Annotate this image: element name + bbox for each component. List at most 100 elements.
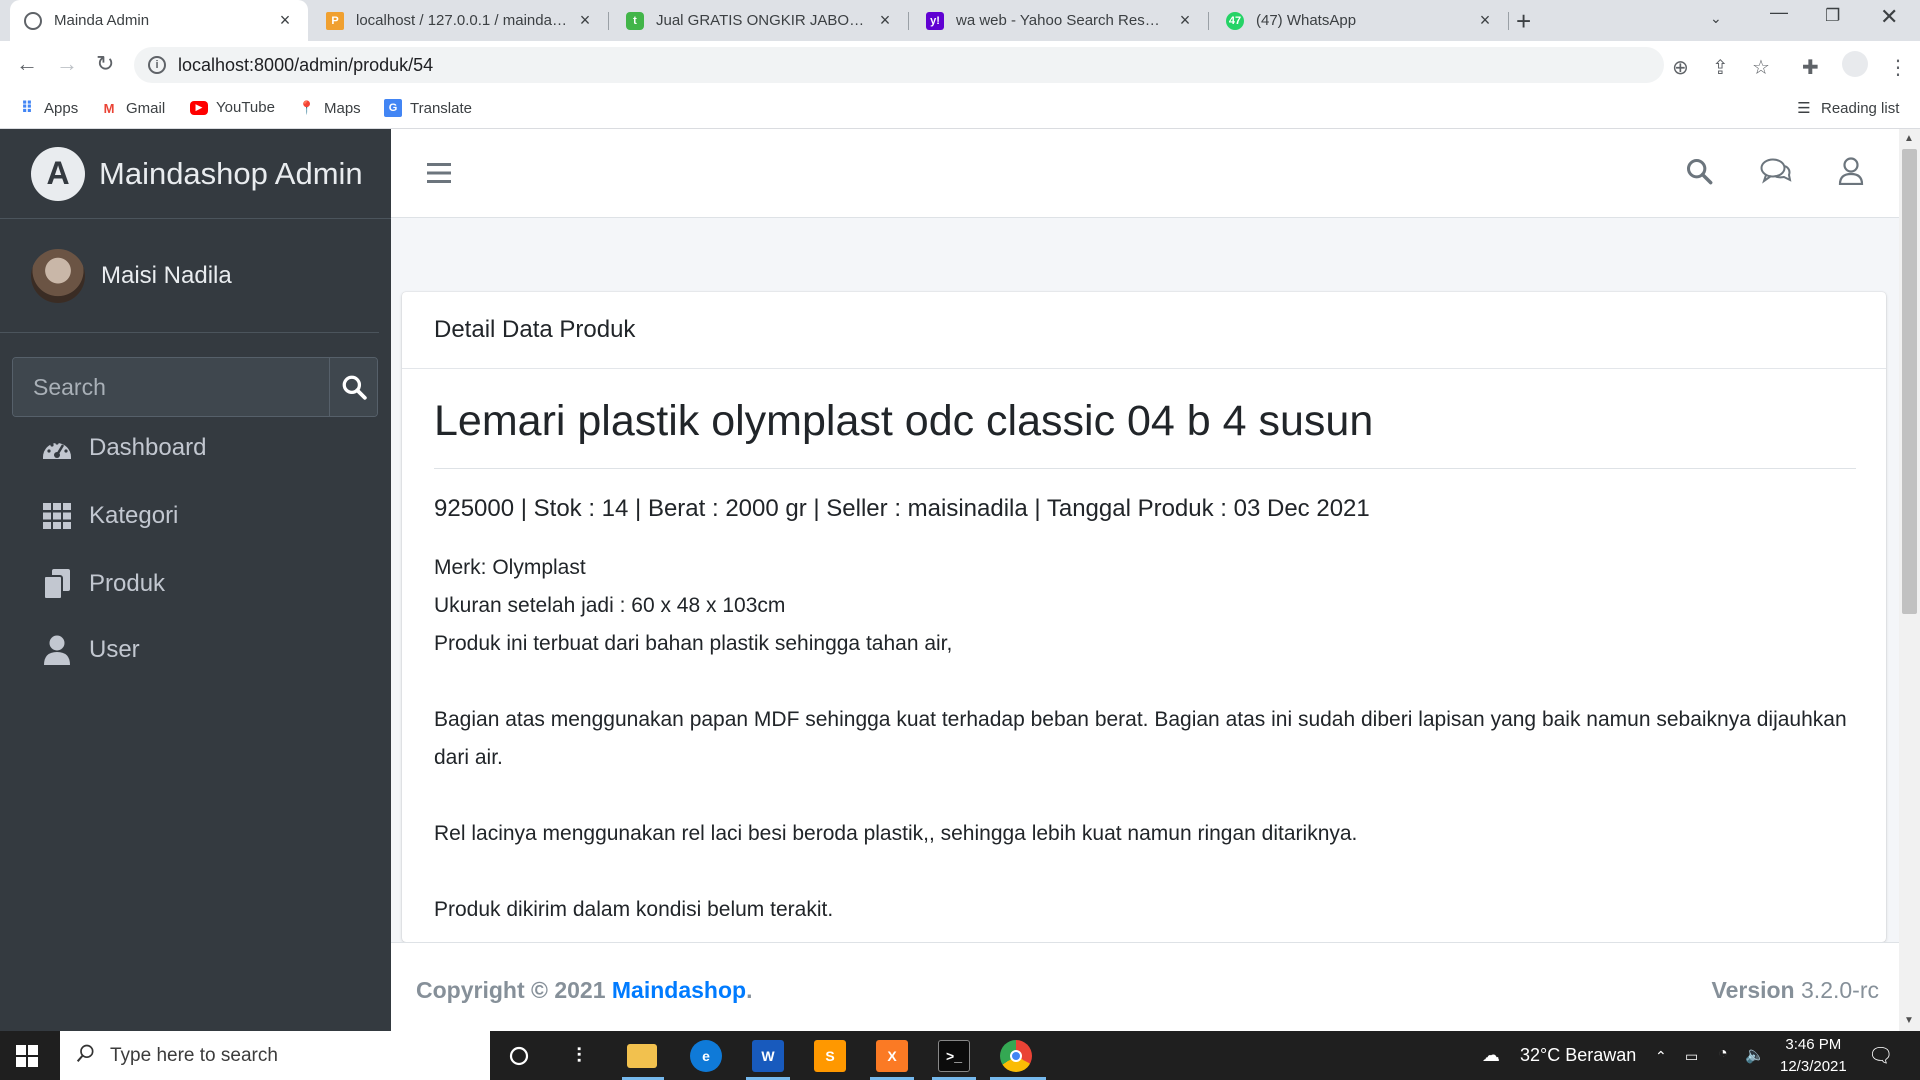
- scroll-down-icon[interactable]: ▼: [1904, 1015, 1914, 1026]
- tokopedia-icon: t: [626, 11, 644, 30]
- windows-taskbar: Type here to search ⫶ e W S X >_ ☁ 32°C …: [0, 1031, 1920, 1080]
- close-icon[interactable]: ×: [1476, 10, 1494, 31]
- bookmark-maps[interactable]: 📍 Maps: [298, 99, 361, 117]
- scroll-up-icon[interactable]: ▲: [1904, 133, 1914, 144]
- edge-icon[interactable]: e: [690, 1040, 722, 1072]
- tab-phpmyadmin[interactable]: P localhost / 127.0.0.1 / maindasho ×: [312, 0, 608, 41]
- sidebar-search-button[interactable]: [329, 358, 377, 416]
- bookmark-label: Apps: [44, 99, 79, 117]
- tab-mainda-admin[interactable]: Mainda Admin ×: [10, 0, 308, 41]
- share-icon[interactable]: ⇪: [1712, 55, 1729, 80]
- terminal-icon[interactable]: >_: [938, 1040, 970, 1072]
- extensions-icon[interactable]: ✚: [1802, 55, 1819, 80]
- zoom-icon[interactable]: ⊕: [1672, 55, 1689, 80]
- tab-title: (47) WhatsApp: [1256, 12, 1357, 29]
- search-icon[interactable]: [1685, 157, 1713, 190]
- card-title: Detail Data Produk: [434, 316, 636, 343]
- tab-whatsapp[interactable]: 47 (47) WhatsApp ×: [1212, 0, 1508, 41]
- description-line: [434, 853, 1856, 891]
- tab-search-icon[interactable]: ⌄: [1710, 10, 1722, 27]
- chat-comments-icon[interactable]: [1760, 157, 1792, 190]
- restore-icon[interactable]: ❐: [1825, 6, 1840, 26]
- bookmark-label: Maps: [324, 99, 361, 117]
- taskbar-search-placeholder: Type here to search: [110, 1044, 278, 1066]
- description-line: Produk ini terbuat dari bahan plastik se…: [434, 632, 953, 655]
- profile-avatar-icon[interactable]: [1842, 51, 1868, 77]
- weather-text[interactable]: 32°C Berawan: [1520, 1045, 1636, 1066]
- cortana-icon[interactable]: [503, 1040, 535, 1072]
- site-info-icon[interactable]: i: [148, 56, 166, 74]
- file-explorer-icon[interactable]: [627, 1044, 657, 1068]
- description-line: Bagian atas menggunakan papan MDF sehing…: [434, 708, 1847, 769]
- task-view-icon[interactable]: ⫶: [563, 1040, 595, 1072]
- tab-tokopedia[interactable]: t Jual GRATIS ONGKIR JABODETAB ×: [612, 0, 908, 41]
- back-icon[interactable]: ←: [16, 51, 38, 77]
- whatsapp-icon: 47: [1226, 11, 1244, 30]
- bookmark-gmail[interactable]: M Gmail: [100, 99, 166, 117]
- url-bar[interactable]: i localhost:8000/admin/produk/54: [134, 47, 1664, 83]
- menu-dots-icon[interactable]: ⋮: [1888, 55, 1908, 80]
- sublime-text-icon[interactable]: S: [814, 1040, 846, 1072]
- word-icon[interactable]: W: [752, 1040, 784, 1072]
- volume-icon[interactable]: 🔈: [1745, 1045, 1765, 1065]
- version-number: 3.2.0-rc: [1794, 977, 1879, 1003]
- close-icon[interactable]: ×: [876, 10, 894, 31]
- xampp-icon[interactable]: X: [876, 1040, 908, 1072]
- scrollbar-thumb[interactable]: [1902, 149, 1917, 614]
- youtube-icon: ▶: [190, 100, 208, 115]
- brand-link[interactable]: A Maindashop Admin: [0, 129, 391, 219]
- reload-icon[interactable]: ↻: [96, 51, 114, 77]
- copy-icon: [40, 569, 74, 599]
- user-profile-icon[interactable]: [1838, 157, 1864, 190]
- minimize-icon[interactable]: —: [1770, 2, 1788, 23]
- bookmark-label: Translate: [410, 99, 472, 117]
- chevron-up-icon[interactable]: ⌃: [1655, 1048, 1667, 1065]
- taskbar-search[interactable]: Type here to search: [60, 1031, 490, 1080]
- avatar: [31, 248, 85, 303]
- sidebar-search-input[interactable]: [13, 358, 329, 416]
- dashboard-gauge-icon: [40, 433, 74, 463]
- user-name[interactable]: Maisi Nadila: [101, 262, 232, 290]
- gmail-icon: M: [103, 100, 115, 116]
- card-header: Detail Data Produk: [402, 292, 1886, 369]
- weather-cloud-icon[interactable]: ☁: [1482, 1045, 1500, 1066]
- bookmark-label: YouTube: [216, 99, 275, 116]
- window-close-icon[interactable]: ✕: [1880, 4, 1898, 30]
- close-icon[interactable]: ×: [1176, 10, 1194, 31]
- sidebar-item-kategori[interactable]: Kategori: [40, 501, 178, 531]
- globe-icon: [24, 11, 42, 30]
- brand-logo-icon: A: [31, 146, 85, 201]
- bookmark-apps[interactable]: ⠿ Apps: [18, 99, 79, 118]
- sidebar-item-produk[interactable]: Produk: [40, 569, 165, 599]
- hamburger-menu-icon[interactable]: [427, 162, 451, 189]
- tab-title: Jual GRATIS ONGKIR JABODETAB: [656, 12, 868, 29]
- page-scrollbar[interactable]: ▲ ▼: [1899, 129, 1920, 1031]
- bookmark-translate[interactable]: G Translate: [384, 99, 472, 117]
- close-icon[interactable]: ×: [276, 10, 294, 31]
- sidebar-item-dashboard[interactable]: Dashboard: [40, 433, 206, 463]
- reading-list[interactable]: ☰ Reading list: [1795, 99, 1900, 118]
- forward-icon[interactable]: →: [56, 51, 78, 77]
- footer-brand-link[interactable]: Maindashop: [612, 977, 746, 1003]
- wifi-icon[interactable]: ◔: [1718, 1045, 1728, 1063]
- bookmark-star-icon[interactable]: ☆: [1752, 55, 1770, 80]
- system-clock[interactable]: 3:46 PM 12/3/2021: [1780, 1034, 1847, 1078]
- chrome-icon[interactable]: [1000, 1040, 1032, 1072]
- new-tab-icon[interactable]: +: [1516, 6, 1531, 37]
- bookmark-youtube[interactable]: ▶ YouTube: [190, 99, 275, 116]
- tab-title: wa web - Yahoo Search Results: [956, 12, 1168, 29]
- battery-icon[interactable]: ▭: [1685, 1048, 1698, 1065]
- tab-separator: [908, 12, 909, 30]
- sidebar-item-user[interactable]: User: [40, 635, 140, 665]
- reading-list-label: Reading list: [1821, 99, 1900, 117]
- windows-start-icon[interactable]: [16, 1045, 38, 1072]
- close-icon[interactable]: ×: [576, 10, 594, 31]
- top-navbar: [391, 129, 1899, 218]
- sidebar-item-label: Produk: [89, 570, 166, 597]
- yahoo-icon: y!: [926, 11, 944, 30]
- bookmarks-bar: ⠿ Apps M Gmail ▶ YouTube 📍 Maps G Transl…: [0, 89, 1920, 129]
- tab-yahoo[interactable]: y! wa web - Yahoo Search Results ×: [912, 0, 1208, 41]
- user-panel[interactable]: Maisi Nadila: [0, 219, 379, 333]
- notifications-icon[interactable]: 🗨: [1868, 1043, 1893, 1068]
- sidebar-search: [12, 357, 378, 417]
